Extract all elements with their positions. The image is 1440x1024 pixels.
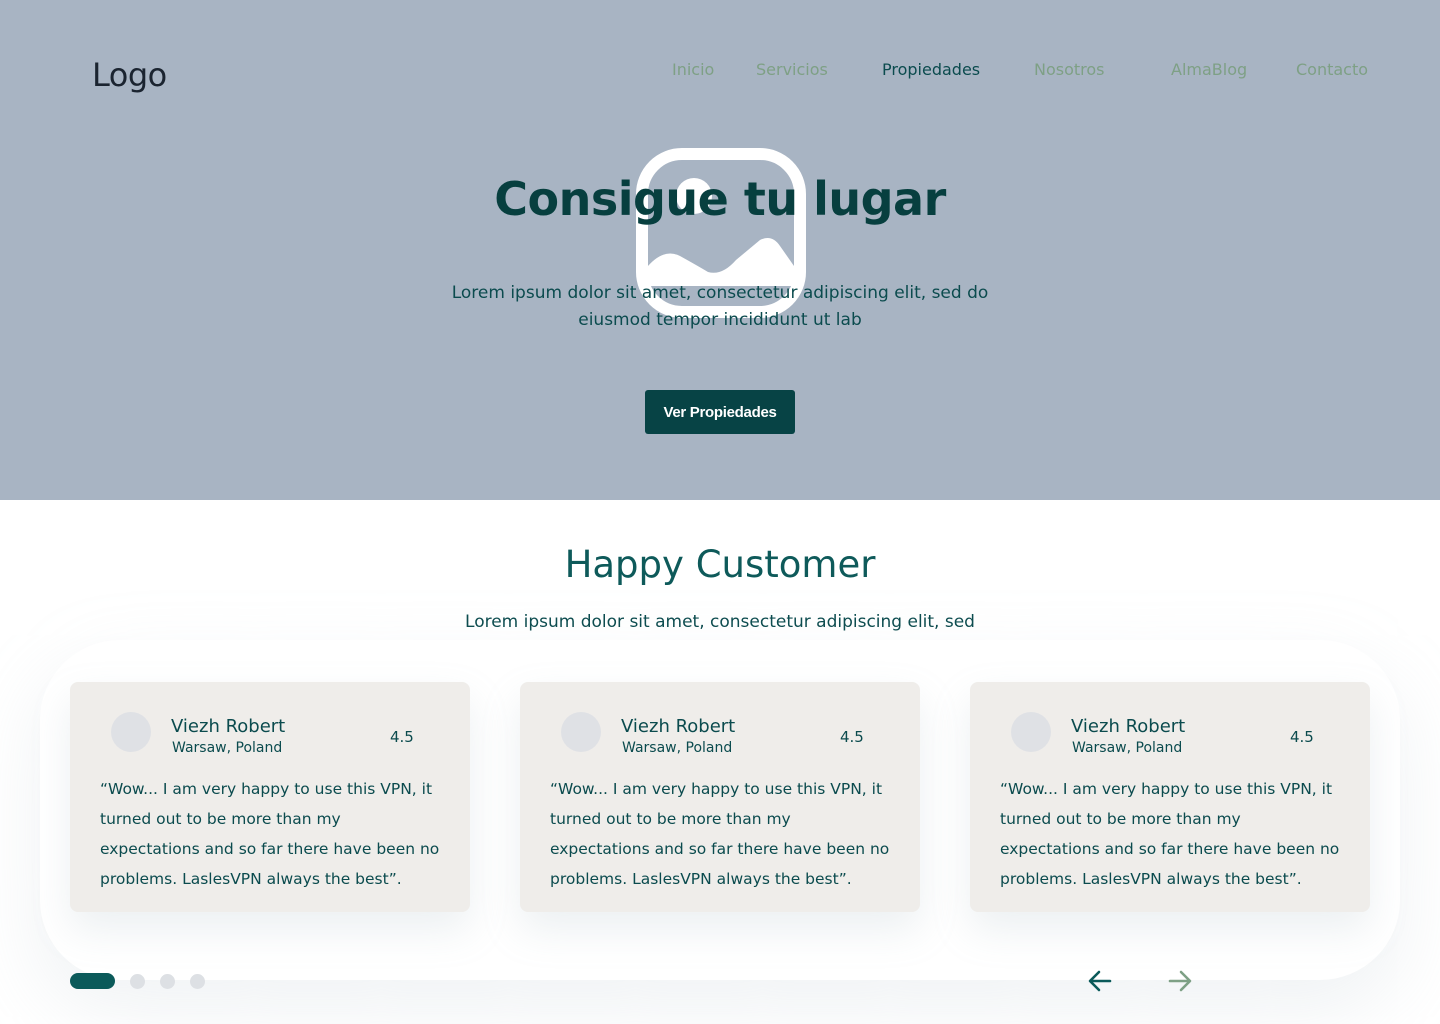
testimonial-card: Viezh Robert Warsaw, Poland 4.5 “Wow... …: [70, 682, 470, 912]
nav-item-almablog[interactable]: AlmaBlog: [1171, 60, 1247, 79]
customer-rating: 4.5: [390, 728, 414, 746]
customer-rating: 4.5: [1290, 728, 1314, 746]
customer-name: Viezh Robert: [171, 716, 286, 737]
section-subtitle: Lorem ipsum dolor sit amet, consectetur …: [465, 612, 975, 632]
nav-item-servicios[interactable]: Servicios: [756, 60, 828, 79]
avatar: [1011, 712, 1051, 752]
hero-subtitle: Lorem ipsum dolor sit amet, consectetur …: [451, 283, 989, 330]
testimonial-card: Viezh Robert Warsaw, Poland 4.5 “Wow... …: [520, 682, 920, 912]
testimonial-quote: “Wow... I am very happy to use this VPN,…: [100, 780, 440, 888]
nav-item-contacto[interactable]: Contacto: [1296, 60, 1368, 79]
section-title: Happy Customer: [564, 543, 876, 586]
arrow-left-icon[interactable]: [1086, 968, 1114, 994]
arrow-right-icon[interactable]: [1166, 968, 1194, 994]
landing-page: Logo Inicio Servicios Propiedades Nosotr…: [0, 0, 1440, 1024]
nav-item-inicio[interactable]: Inicio: [672, 60, 714, 79]
customer-name: Viezh Robert: [621, 716, 736, 737]
customer-location: Warsaw, Poland: [1072, 740, 1183, 756]
hero-section: Logo Inicio Servicios Propiedades Nosotr…: [0, 0, 1440, 500]
pagination-dot[interactable]: [190, 974, 205, 989]
pagination-dot[interactable]: [130, 974, 145, 989]
testimonial-quote: “Wow... I am very happy to use this VPN,…: [550, 780, 890, 888]
customer-rating: 4.5: [840, 728, 864, 746]
customer-name: Viezh Robert: [1071, 716, 1186, 737]
ver-propiedades-button[interactable]: Ver Propiedades: [645, 390, 795, 434]
avatar: [561, 712, 601, 752]
testimonial-quote: “Wow... I am very happy to use this VPN,…: [1000, 780, 1340, 888]
nav-item-nosotros[interactable]: Nosotros: [1034, 60, 1105, 79]
testimonial-card: Viezh Robert Warsaw, Poland 4.5 “Wow... …: [970, 682, 1370, 912]
logo[interactable]: Logo: [92, 56, 167, 94]
nav-item-propiedades[interactable]: Propiedades: [882, 60, 980, 79]
customer-location: Warsaw, Poland: [172, 740, 283, 756]
pagination-dot[interactable]: [160, 974, 175, 989]
pagination-dot-active[interactable]: [70, 973, 115, 989]
hero-title: Consigue tu lugar: [494, 172, 946, 226]
customer-location: Warsaw, Poland: [622, 740, 733, 756]
avatar: [111, 712, 151, 752]
